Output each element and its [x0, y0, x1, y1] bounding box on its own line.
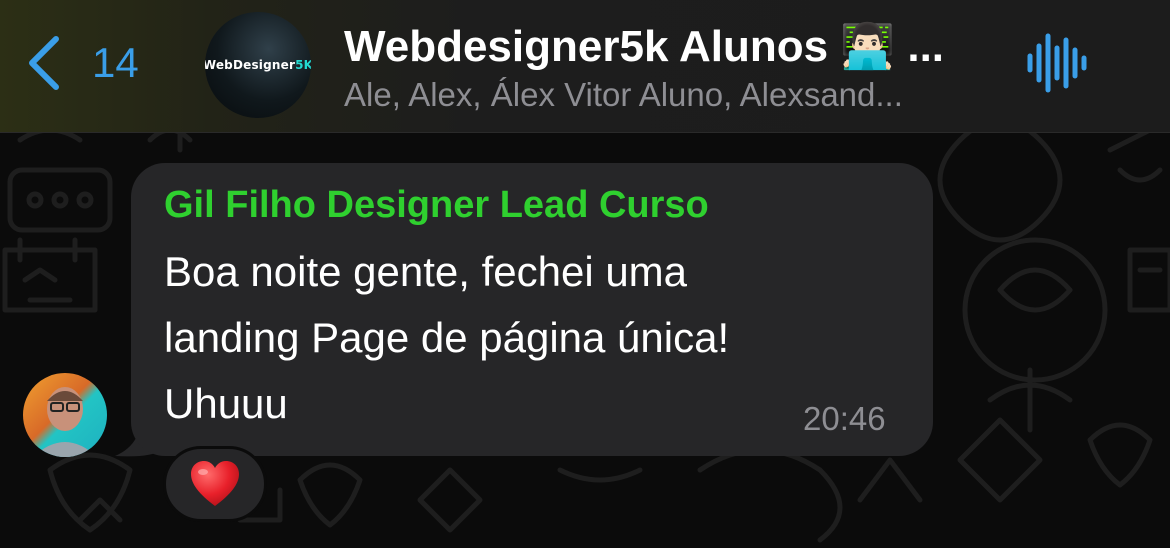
unread-count: 14 [92, 39, 139, 86]
group-members-list[interactable]: Ale, Alex, Álex Vitor Aluno, Alexsand... [344, 76, 984, 114]
chevron-left-icon [29, 36, 59, 90]
group-title[interactable]: Webdesigner5k Alunos 👨🏻‍💻 ... [344, 20, 984, 72]
audio-waveform-icon[interactable] [1024, 28, 1090, 98]
message-sender-name[interactable]: Gil Filho Designer Lead Curso [164, 184, 709, 227]
message-timestamp: 20:46 [803, 400, 886, 437]
back-button[interactable]: 14 [24, 28, 154, 98]
heart-reaction-icon [191, 461, 239, 506]
message-text-line: Uhuuu [164, 380, 288, 427]
logo-prefix: WebDesigner [205, 58, 296, 72]
reaction-button[interactable] [163, 446, 267, 522]
sender-avatar[interactable] [23, 373, 107, 457]
sender-avatar-photo [33, 387, 97, 457]
message-text-line: Boa noite gente, fechei uma [164, 248, 688, 295]
message-text-line: landing Page de página única! [164, 314, 730, 361]
group-avatar-logo: WebDesigner5K [205, 58, 311, 72]
chat-header: 14 WebDesigner5K Webdesigner5k Alunos 👨🏻… [0, 0, 1170, 133]
logo-suffix: 5K [295, 58, 311, 72]
group-avatar[interactable]: WebDesigner5K [205, 12, 311, 118]
